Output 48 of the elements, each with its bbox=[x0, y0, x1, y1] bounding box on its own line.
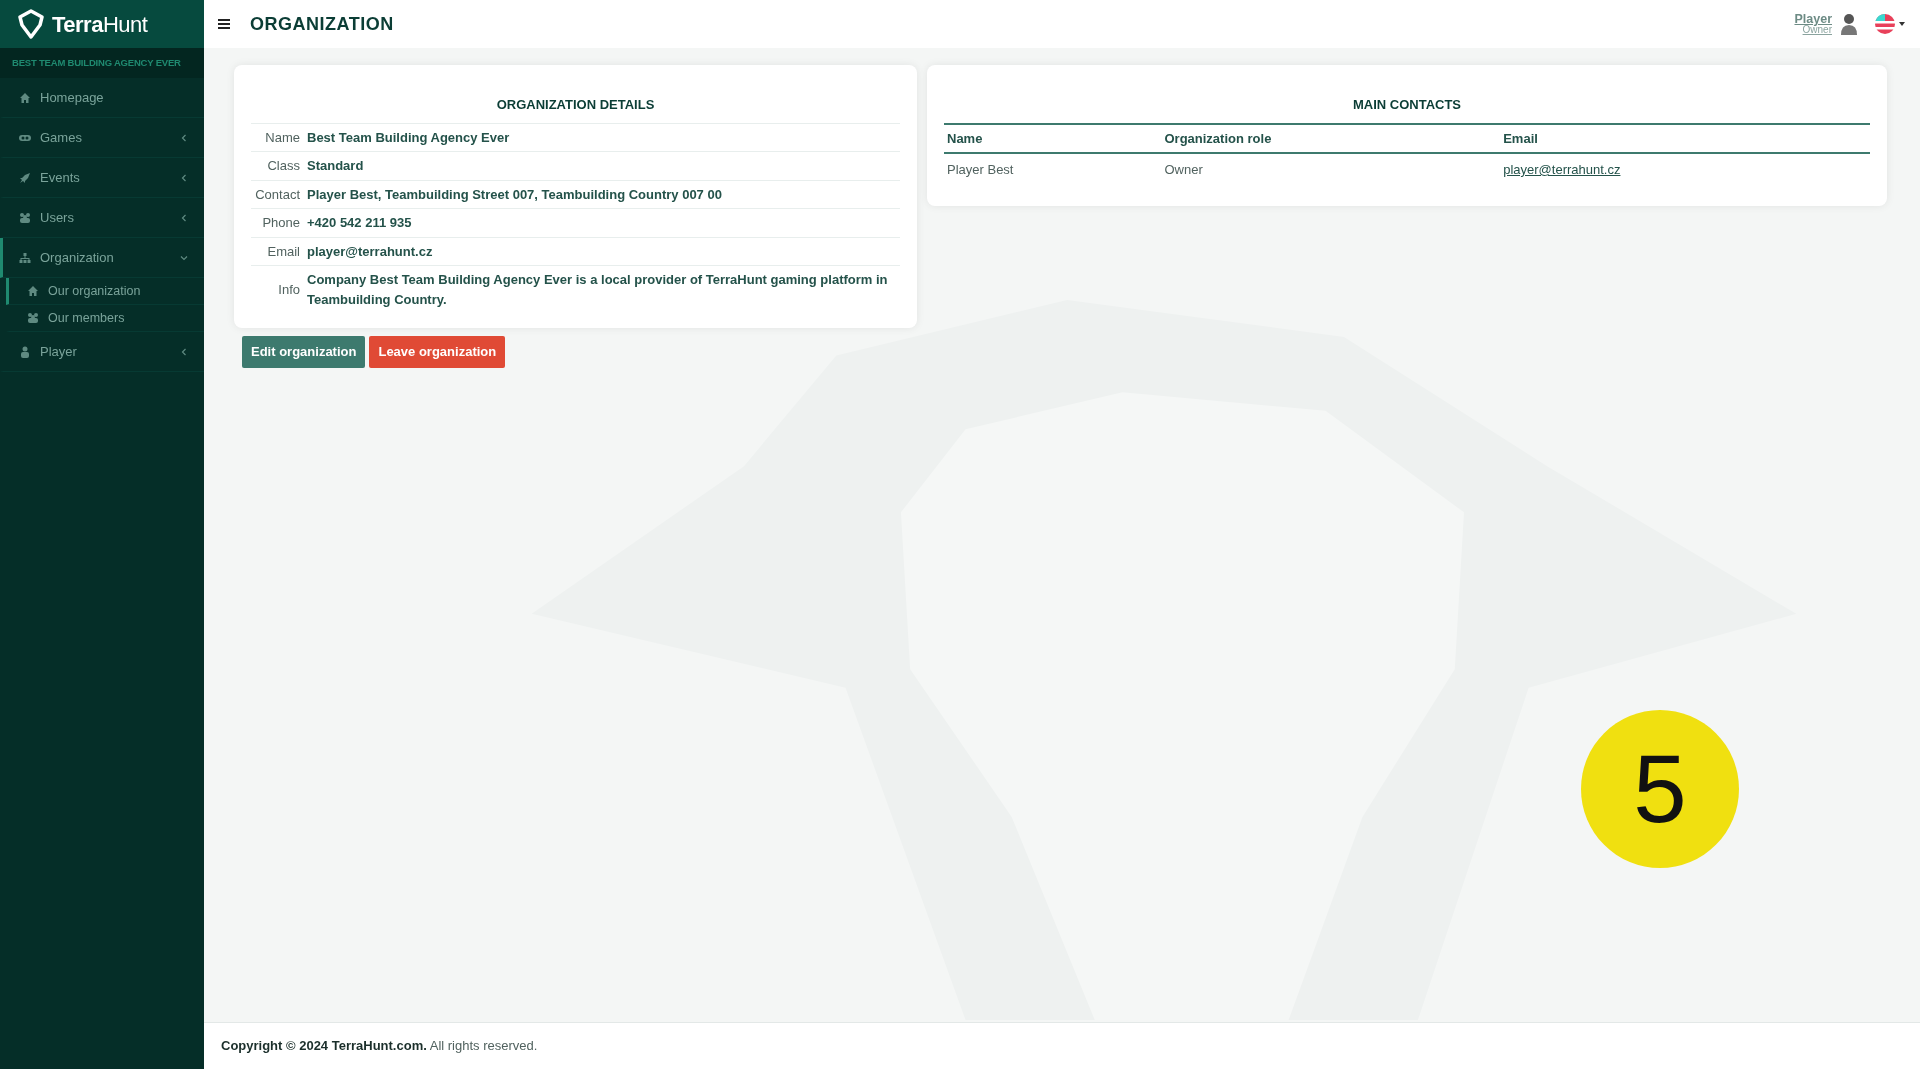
card-title: MAIN CONTACTS bbox=[1351, 96, 1463, 114]
flag-icon[interactable] bbox=[1874, 13, 1906, 35]
field-label: Phone bbox=[261, 214, 301, 232]
edit-button[interactable]: Edit organization bbox=[242, 336, 366, 368]
rocket-icon bbox=[19, 171, 31, 184]
organization-name: BEST TEAM BUILDING AGENCY EVER bbox=[0, 48, 204, 78]
field-value: +420 542 211 935 bbox=[307, 214, 412, 232]
field-label: Email bbox=[266, 242, 301, 261]
sidebar-item[interactable]: Homepage bbox=[0, 78, 204, 118]
user-name-link[interactable]: Player bbox=[1794, 12, 1832, 26]
column-header: Email bbox=[1500, 123, 1870, 153]
leave-button[interactable]: Leave organization bbox=[369, 336, 506, 368]
field-label: Class bbox=[266, 157, 301, 175]
users-icon bbox=[27, 312, 39, 324]
user-icon bbox=[19, 345, 31, 358]
logo-icon bbox=[18, 9, 44, 39]
field-value: Best Team Building Agency Ever bbox=[307, 128, 510, 147]
table-cell: Owner bbox=[1161, 153, 1501, 186]
sidebar-subitem[interactable]: Our members bbox=[6, 305, 204, 332]
field-value: Company Best Team Building Agency Ever is a local provider of TerraHunt gaming platform in Teambuilding Country. bbox=[307, 271, 889, 309]
avatar-icon[interactable] bbox=[1840, 13, 1858, 35]
sidebar-item[interactable]: Events bbox=[0, 158, 204, 198]
copyright-text: Copyright © 2024 TerraHunt.com. All rights reserved. bbox=[221, 1037, 538, 1056]
field-value: Standard bbox=[307, 157, 364, 175]
sidebar-item[interactable]: Organization bbox=[0, 238, 204, 278]
sidebar-item[interactable]: Users bbox=[0, 198, 204, 238]
users-icon bbox=[19, 211, 31, 224]
home-icon bbox=[19, 91, 31, 104]
step-marker: 5 bbox=[1581, 710, 1739, 868]
menu-icon[interactable] bbox=[218, 19, 230, 29]
table-cell: Player Best bbox=[944, 153, 1162, 186]
field-value: player@terrahunt.cz bbox=[307, 242, 433, 261]
sidebar-subitem[interactable]: Our organization bbox=[6, 278, 204, 305]
sidebar-item[interactable]: Games bbox=[0, 118, 204, 158]
field-label: Name bbox=[264, 128, 301, 147]
field-label: Info bbox=[277, 280, 301, 299]
page-title: ORGANIZATION bbox=[250, 12, 394, 36]
card-title: ORGANIZATION DETAILS bbox=[495, 96, 656, 114]
column-header: Name bbox=[944, 123, 1162, 153]
sidebar-item[interactable]: Player bbox=[0, 332, 204, 372]
sitemap-icon bbox=[19, 251, 31, 264]
brand-name: TerraHunt bbox=[52, 10, 148, 39]
home-icon bbox=[27, 285, 39, 297]
field-value: Player Best, Teambuilding Street 007, Teambuilding Country 007 00 bbox=[307, 185, 722, 204]
email-link[interactable]: player@terrahunt.cz bbox=[1503, 162, 1621, 177]
field-label: Contact bbox=[254, 185, 301, 204]
user-role-link[interactable]: Owner bbox=[1794, 25, 1832, 36]
column-header: Organization role bbox=[1161, 123, 1501, 153]
